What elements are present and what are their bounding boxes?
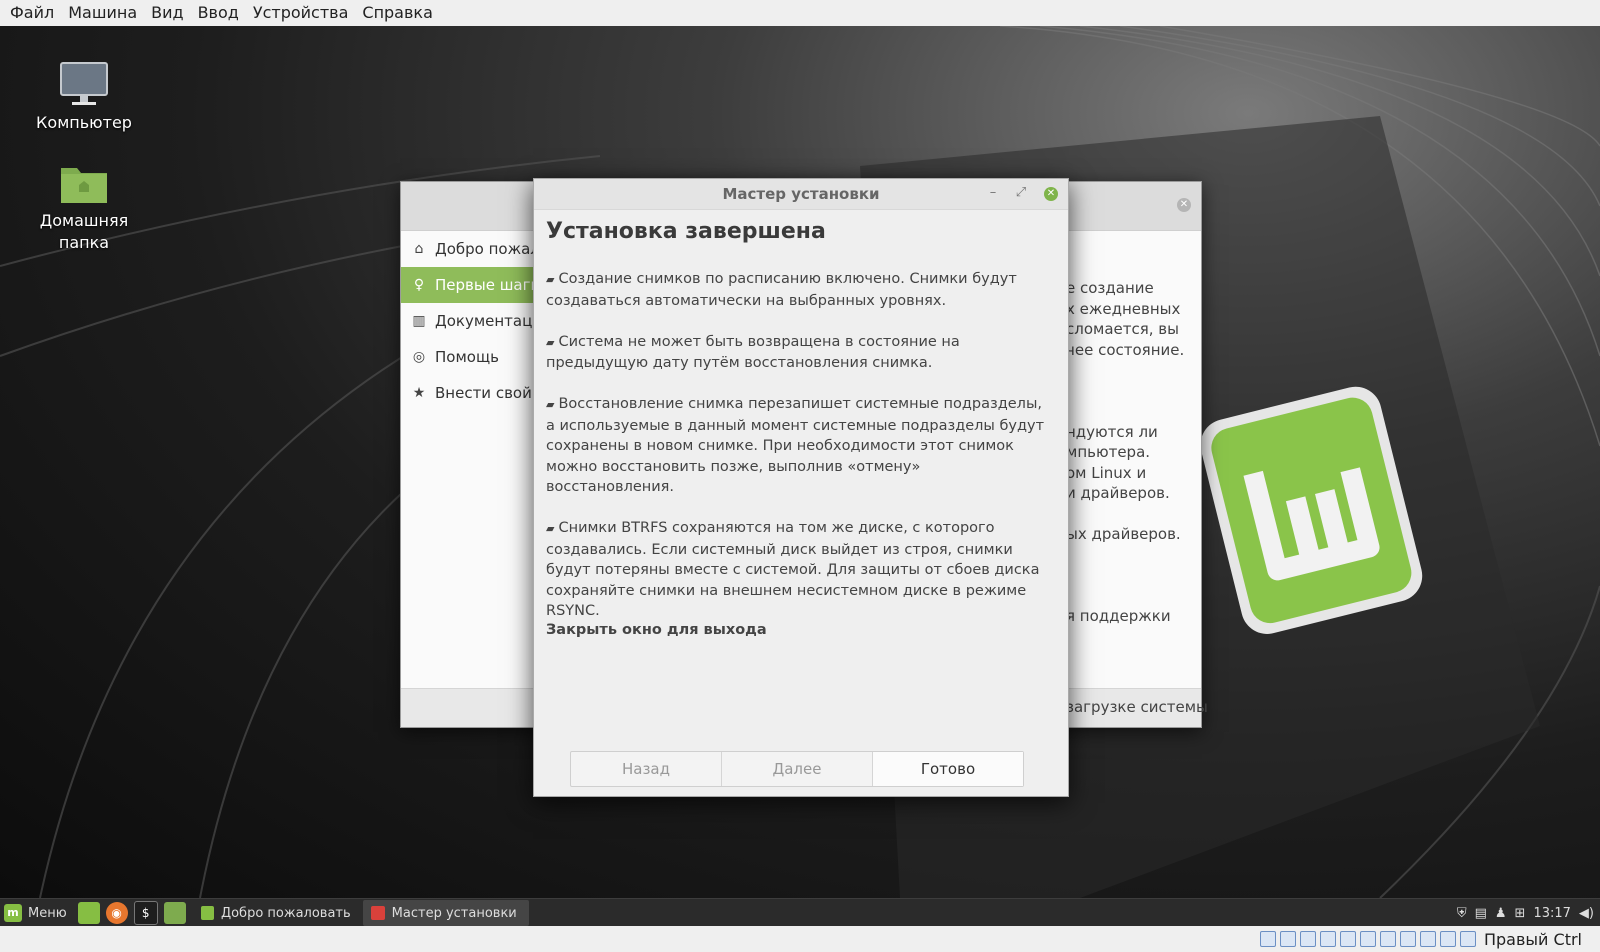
- lifebuoy-icon: ◎: [412, 349, 426, 365]
- desktop-icon-computer[interactable]: Компьютер: [24, 60, 144, 134]
- home-icon: ⌂: [414, 241, 424, 257]
- display-icon[interactable]: [1379, 931, 1396, 947]
- desktop-icon-label: Домашняя папка: [39, 211, 129, 252]
- close-icon[interactable]: ✕: [1044, 187, 1058, 201]
- content-line: чее состояние.: [1066, 340, 1185, 359]
- desktop: Компьютер Домашняя папка ✕ ⌂ Добро пожал…: [0, 26, 1600, 898]
- menu-input[interactable]: Ввод: [191, 0, 246, 26]
- content-line: ндуются ли: [1066, 422, 1158, 441]
- maximize-icon[interactable]: ⤢: [1010, 179, 1032, 209]
- content-line: х ежедневных: [1066, 299, 1181, 318]
- wizard-button-row: Назад Далее Готово: [570, 751, 1024, 787]
- recording-icon[interactable]: [1399, 931, 1416, 947]
- content-line: мпьютера.: [1066, 443, 1151, 461]
- vbox-statusbar: Правый Ctrl: [0, 926, 1600, 952]
- startup-checkbox-label[interactable]: загрузке системы: [1066, 698, 1208, 716]
- system-tray: ⛨ ▤ ♟ ⊞ 13:17 ◀): [1449, 906, 1600, 921]
- menu-machine[interactable]: Машина: [61, 0, 144, 26]
- taskbar: m Меню ◉ $ Добро пожаловать Мастер устан…: [0, 898, 1600, 927]
- menu-devices[interactable]: Устройства: [246, 0, 356, 26]
- finish-button[interactable]: Готово: [873, 752, 1023, 786]
- task-setup-wizard[interactable]: Мастер установки: [362, 900, 529, 926]
- mint-menu-icon: m: [4, 904, 22, 922]
- info-bullet: ▰ Система не может быть возвращена в сост…: [546, 333, 960, 372]
- optical-drive-icon[interactable]: [1279, 931, 1296, 947]
- timeshift-app-icon: [370, 906, 385, 920]
- sidebar-item-label: Помощь: [435, 348, 499, 366]
- content-line: ых драйверов.: [1066, 525, 1181, 543]
- clock[interactable]: 13:17: [1533, 906, 1570, 921]
- wizard-body: ▰ Создание снимков по расписанию включено…: [546, 269, 1046, 642]
- welcome-content: е создание х ежедневных сломается, вы че…: [1066, 278, 1191, 627]
- cpu-icon[interactable]: [1419, 931, 1436, 947]
- keyboard-layout-flag-icon[interactable]: ▤: [1475, 906, 1487, 921]
- shared-folder-icon[interactable]: [1359, 931, 1376, 947]
- bullet-icon: ▰: [546, 398, 555, 411]
- welcome-app-icon: [200, 906, 214, 920]
- info-bullet: ▰ Снимки BTRFS сохраняются на том же диск…: [546, 520, 1040, 619]
- content-line: [1066, 565, 1191, 586]
- audio-icon[interactable]: [1299, 931, 1316, 947]
- content-line: [1066, 545, 1191, 566]
- computer-icon: [60, 62, 108, 105]
- bullet-icon: ▰: [546, 522, 555, 535]
- start-menu-button[interactable]: m Меню: [0, 899, 75, 927]
- vbox-device-icons: [1258, 931, 1478, 947]
- content-line: я поддержки: [1066, 607, 1171, 625]
- bullet-icon: ▰: [546, 273, 555, 286]
- shield-icon[interactable]: ⛨: [1457, 906, 1467, 921]
- content-line: [1066, 381, 1191, 402]
- content-line: [1066, 401, 1191, 422]
- mouse-integration-icon[interactable]: [1439, 931, 1456, 947]
- book-icon: ▥: [412, 313, 426, 329]
- sidebar-item-label: Первые шаги: [435, 276, 541, 294]
- menu-view[interactable]: Вид: [144, 0, 190, 26]
- firefox-icon[interactable]: ◉: [105, 902, 128, 924]
- lightbulb-icon: ♀: [413, 277, 425, 293]
- usb-icon[interactable]: [1339, 931, 1356, 947]
- content-line: [1066, 360, 1191, 381]
- wizard-titlebar: Мастер установки – ⤢ ✕: [534, 179, 1068, 210]
- back-button[interactable]: Назад: [571, 752, 722, 786]
- setup-wizard-dialog: Мастер установки – ⤢ ✕ Установка заверше…: [533, 178, 1069, 797]
- minimize-icon[interactable]: –: [982, 179, 1004, 209]
- content-line: ом Linux и: [1066, 463, 1147, 482]
- wizard-title: Мастер установки: [722, 185, 880, 203]
- menu-help[interactable]: Справка: [355, 0, 440, 26]
- next-button[interactable]: Далее: [722, 752, 873, 786]
- terminal-icon[interactable]: $: [133, 901, 158, 925]
- content-line: [1066, 504, 1191, 525]
- home-folder-icon: [61, 168, 107, 203]
- info-bullet: ▰ Восстановление снимка перезапишет систе…: [546, 396, 1045, 495]
- keyboard-capture-icon[interactable]: [1459, 931, 1476, 947]
- desktop-icon-home[interactable]: Домашняя папка: [24, 160, 144, 254]
- task-welcome[interactable]: Добро пожаловать: [193, 900, 359, 926]
- close-icon[interactable]: ✕: [1177, 198, 1191, 212]
- menu-file[interactable]: Файл: [0, 0, 61, 26]
- content-line: сломается, вы: [1066, 320, 1179, 338]
- info-bullet: ▰ Создание снимков по расписанию включено…: [546, 271, 1017, 309]
- network-adapter-icon[interactable]: [1319, 931, 1336, 947]
- network-icon[interactable]: ⊞: [1515, 906, 1526, 921]
- user-icon[interactable]: ♟: [1495, 906, 1507, 921]
- menu-label: Меню: [28, 905, 67, 921]
- bullet-icon: ▰: [546, 335, 555, 349]
- desktop-icon-label: Компьютер: [36, 113, 132, 132]
- task-label: Добро пожаловать: [220, 905, 351, 921]
- close-hint: Закрыть окно для выхода: [546, 622, 767, 638]
- wizard-heading: Установка завершена: [546, 219, 826, 244]
- show-desktop-icon[interactable]: [77, 902, 100, 924]
- host-key-label: Правый Ctrl: [1483, 929, 1582, 949]
- star-icon: ★: [412, 385, 426, 401]
- content-line: [1066, 586, 1191, 607]
- task-label: Мастер установки: [391, 905, 517, 921]
- content-line: и драйверов.: [1066, 484, 1170, 502]
- vbox-menubar: Файл Машина Вид Ввод Устройства Справка: [0, 0, 1600, 27]
- files-icon[interactable]: [163, 902, 186, 924]
- hdd-icon[interactable]: [1259, 931, 1276, 947]
- content-line: е создание: [1066, 279, 1154, 297]
- volume-icon[interactable]: ◀): [1579, 906, 1594, 921]
